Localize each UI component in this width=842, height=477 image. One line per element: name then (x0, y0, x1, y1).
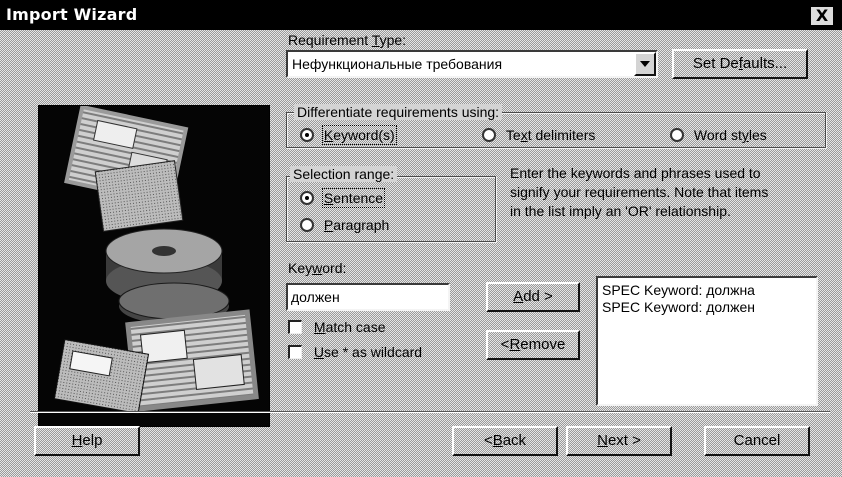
radio-keywords-label: Keyword(s) (321, 125, 397, 145)
wildcard-text-end: se * as wildcard (324, 344, 423, 360)
radio-keywords-text-end: eyword(s) (333, 127, 395, 143)
match-case-text-end: atch case (325, 319, 386, 335)
requirement-type-label: Requirement Type: (288, 32, 406, 48)
close-button[interactable]: X (810, 6, 834, 26)
remove-accel: R (509, 336, 521, 353)
instructions-line: Enter the keywords and phrases used to (510, 165, 761, 181)
add-button[interactable]: Add > (486, 282, 580, 312)
window-title: Import Wizard (6, 5, 138, 24)
differentiate-group-title: Differentiate requirements using: (294, 104, 503, 120)
cancel-text: Cancel (733, 432, 781, 449)
radio-word-styles[interactable]: Word styles (670, 127, 767, 143)
radio-text-delimiters-label: Text delimiters (506, 127, 595, 143)
cancel-button[interactable]: Cancel (704, 426, 810, 456)
back-accel: B (492, 432, 503, 449)
help-text-end: elp (82, 432, 103, 449)
requirement-type-label-text: Requirement (288, 32, 372, 48)
dialog-client-area: Requirement Type: Нефункциональные требо… (0, 30, 842, 477)
back-text-end: ack (502, 432, 527, 449)
set-defaults-text-end: aults... (742, 55, 788, 72)
radio-button-icon[interactable] (300, 218, 314, 232)
keyword-list[interactable]: SPEC Keyword: должна SPEC Keyword: долже… (596, 276, 818, 406)
radio-keywords[interactable]: Keyword(s) (300, 125, 397, 145)
requirement-type-label-text-end: ype: (379, 32, 407, 48)
radio-paragraph-text-end: aragraph (333, 217, 390, 233)
selection-range-group-title: Selection range: (290, 166, 398, 182)
requirement-type-label-accel: T (371, 32, 380, 48)
keyword-input[interactable]: должен (286, 283, 450, 311)
list-item[interactable]: SPEC Keyword: должна (602, 282, 755, 299)
remove-button[interactable]: < Remove (486, 330, 580, 360)
radio-word-styles-text-end: les (748, 127, 767, 143)
radio-sentence-text-end: entence (333, 190, 384, 206)
radio-word-styles-accel: y (741, 127, 749, 143)
help-accel: H (71, 432, 83, 449)
radio-paragraph-accel: P (323, 217, 334, 233)
set-defaults-text: Set De (692, 55, 739, 72)
keyword-label-accel: w (312, 260, 323, 276)
match-case-accel: M (313, 319, 326, 335)
close-icon: X (815, 6, 829, 25)
instructions-text: Enter the keywords and phrases used to s… (510, 164, 768, 221)
back-text: < (483, 432, 493, 449)
next-button[interactable]: Next > (566, 426, 672, 456)
wildcard-accel: U (313, 344, 325, 360)
instructions-line: in the list imply an 'OR' relationship. (510, 203, 731, 219)
match-case-label: Match case (314, 319, 386, 335)
radio-sentence[interactable]: Sentence (300, 188, 386, 208)
radio-button-icon[interactable] (482, 128, 496, 142)
remove-text: < (500, 336, 510, 353)
keyword-input-value: должен (291, 289, 340, 305)
next-text-end: ext > (607, 432, 641, 449)
radio-word-styles-text: Word st (693, 127, 742, 143)
wizard-illustration (38, 105, 270, 427)
add-text-end: dd > (523, 288, 553, 305)
keyword-label-text-end: ord: (322, 260, 347, 276)
radio-paragraph[interactable]: Paragraph (300, 217, 389, 233)
checkbox-icon[interactable] (288, 345, 302, 359)
instructions-line: signify your requirements. Note that ite… (510, 184, 769, 200)
requirement-type-value: Нефункциональные требования (292, 56, 503, 72)
radio-sentence-label: Sentence (321, 188, 386, 208)
chevron-down-icon (640, 61, 650, 67)
radio-button-icon[interactable] (300, 191, 314, 205)
radio-button-icon[interactable] (300, 128, 314, 142)
next-accel: N (597, 432, 608, 449)
remove-text-end: emove (520, 336, 566, 353)
radio-button-icon[interactable] (670, 128, 684, 142)
radio-keywords-accel: K (323, 127, 334, 143)
radio-text-delimiters-accel: x (520, 127, 528, 143)
requirement-type-dropdown[interactable]: Нефункциональные требования (286, 50, 658, 78)
keyword-label-text: Key (288, 260, 313, 276)
title-bar[interactable]: Import Wizard X (0, 0, 842, 30)
radio-text-delimiters[interactable]: Text delimiters (482, 127, 595, 143)
set-defaults-button[interactable]: Set Defaults... (672, 49, 808, 79)
match-case-checkbox[interactable]: Match case (288, 319, 386, 335)
documents-and-disks-illustration (53, 106, 259, 414)
add-accel: A (513, 288, 524, 305)
wildcard-label: Use * as wildcard (314, 344, 422, 360)
radio-word-styles-label: Word styles (694, 127, 767, 143)
back-button[interactable]: < Back (452, 426, 558, 456)
radio-text-delimiters-text-end: t delimiters (527, 127, 596, 143)
wildcard-checkbox[interactable]: Use * as wildcard (288, 344, 422, 360)
radio-text-delimiters-text: Te (505, 127, 521, 143)
dropdown-arrow-button[interactable] (634, 52, 656, 76)
import-wizard-window: Import Wizard X Requirement Type: Нефунк… (0, 0, 842, 477)
radio-paragraph-label: Paragraph (324, 217, 389, 233)
list-item[interactable]: SPEC Keyword: должен (602, 299, 755, 316)
help-button[interactable]: Help (34, 426, 140, 456)
radio-sentence-accel: S (323, 190, 334, 206)
footer-separator (30, 411, 830, 413)
checkbox-icon[interactable] (288, 320, 302, 334)
keyword-label: Keyword: (288, 260, 346, 276)
